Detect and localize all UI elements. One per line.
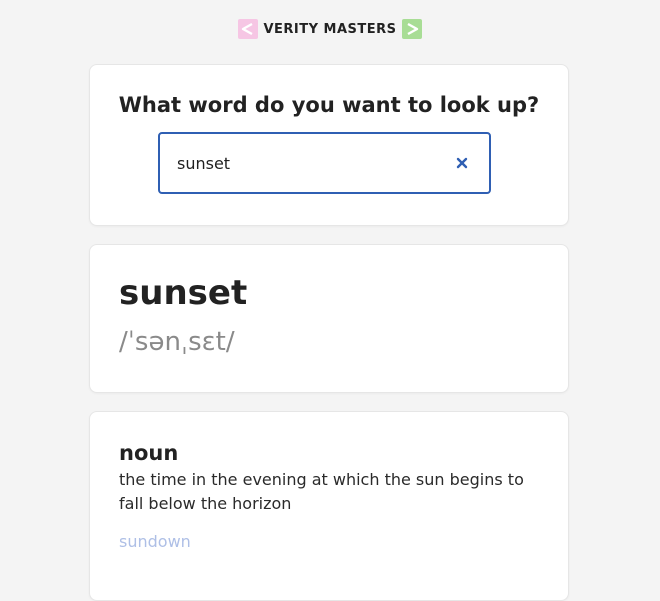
search-prompt: What word do you want to look up? bbox=[118, 93, 540, 117]
clear-search-button[interactable] bbox=[451, 152, 473, 174]
synonym-link[interactable]: sundown bbox=[119, 532, 191, 551]
right-chevron-icon bbox=[401, 19, 422, 39]
search-input[interactable] bbox=[160, 134, 447, 192]
brand-logo[interactable]: VERITY MASTERS bbox=[0, 19, 660, 39]
brand-name: VERITY MASTERS bbox=[263, 21, 397, 37]
definition-text: the time in the evening at which the sun… bbox=[119, 470, 524, 513]
left-chevron-icon bbox=[238, 19, 259, 39]
phonetic-transcription: /ˈsənˌsɛt/ bbox=[119, 327, 235, 357]
search-field[interactable] bbox=[158, 132, 491, 194]
word-card: sunset /ˈsənˌsɛt/ bbox=[89, 244, 569, 393]
close-icon bbox=[456, 157, 468, 169]
definition-card: noun the time in the evening at which th… bbox=[89, 411, 569, 601]
search-card: What word do you want to look up? bbox=[89, 64, 569, 226]
word-title: sunset bbox=[119, 273, 248, 313]
part-of-speech: noun bbox=[119, 441, 179, 465]
